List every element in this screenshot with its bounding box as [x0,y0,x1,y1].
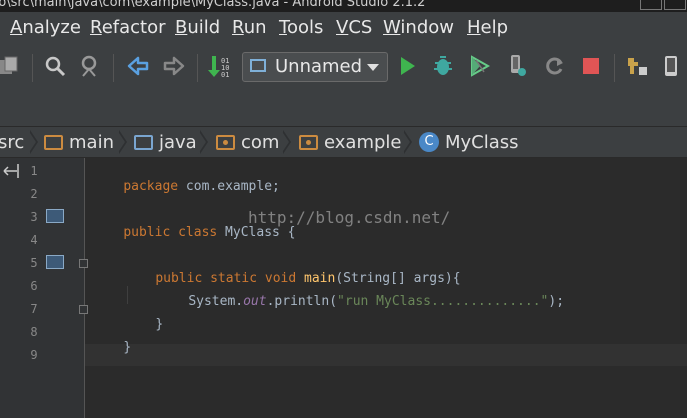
code-text: MyClass { [217,225,296,240]
class-icon: C [419,132,439,152]
breadcrumb-label: example [324,131,402,153]
code-text: ); [548,294,565,309]
avd-manager-icon[interactable] [660,53,686,79]
stop-icon[interactable] [578,53,604,79]
line-number: 2 [30,187,38,201]
breadcrumb-separator [402,130,412,154]
menu-vcs[interactable]: VCS [336,17,372,38]
replace-icon[interactable] [78,53,104,79]
line-number: 6 [30,279,38,293]
toolbar-separator [32,54,33,82]
sdk-manager-icon[interactable] [624,53,650,79]
make-project-icon[interactable]: 01 10 01 [206,53,232,79]
code-text: } [123,340,132,355]
attach-debugger-icon[interactable] [505,53,531,79]
code-text: com.example; [178,179,280,194]
keyword: package [123,179,179,194]
breadcrumb-item-myclass[interactable]: C MyClass [419,129,519,155]
maximize-icon[interactable] [664,0,686,10]
run-config-icon [250,59,266,72]
find-icon[interactable] [42,53,68,79]
toolbar-separator [197,54,198,82]
source-folder-icon [134,134,153,150]
fold-marker-icon[interactable] [79,259,88,268]
toolbar-separator [113,54,114,82]
toolbar: 01 10 01 Unnamed [0,46,687,127]
collapse-gutter-icon[interactable] [0,163,20,179]
code-text: System. [188,294,244,309]
breadcrumb-item-src[interactable]: src [0,129,24,155]
svg-text:01: 01 [221,71,229,78]
editor-gutter: 1 2 3 4 5 6 7 8 9 [0,158,88,418]
menu-tools[interactable]: Tools [279,17,323,38]
breadcrumb-separator [28,130,38,154]
package-icon [299,134,318,150]
code-line-8: } [92,325,131,370]
package-icon [216,134,235,150]
fold-marker-icon[interactable] [79,305,88,314]
run-configuration-select[interactable]: Unnamed [242,52,388,82]
breadcrumb-separator [117,130,127,154]
line-number: 3 [30,210,38,224]
line-number: 5 [30,256,38,270]
line-number: 8 [30,325,38,339]
static-field: out [243,294,267,309]
menu-help[interactable]: Help [467,17,508,38]
line-number: 9 [30,348,38,362]
breadcrumb-label: com [241,131,280,153]
coverage-icon[interactable] [467,53,493,79]
code-editor[interactable]: 1 2 3 4 5 6 7 8 9 package com.example; p… [0,158,687,418]
breadcrumb-separator [198,130,208,154]
folder-icon [44,134,63,150]
chevron-down-icon [367,64,379,71]
breadcrumb-item-example[interactable]: example [299,129,401,155]
code-line-1: package com.example; [92,164,280,209]
menu-analyze[interactable]: Analyze [10,17,81,38]
toolbar-separator [614,54,615,82]
code-text: } [155,317,164,332]
breadcrumb-label: java [159,131,197,153]
breadcrumb-label: MyClass [445,131,519,153]
line-number: 7 [30,302,38,316]
minimize-icon[interactable] [640,0,662,10]
menu-window[interactable]: Window [383,17,454,38]
code-text: .println( [266,294,338,309]
rerun-icon[interactable] [541,53,567,79]
breadcrumb-item-java[interactable]: java [134,129,197,155]
forward-icon[interactable] [161,53,187,79]
breadcrumb-label: main [69,131,114,153]
keyword: public class [123,225,218,240]
string-literal: "run MyClass.............." [337,294,549,309]
menu-bar: Analyze Refactor Build Run Tools VCS Win… [0,12,687,46]
menu-run[interactable]: Run [232,17,267,38]
breadcrumb-label: src [0,131,25,153]
run-main-gutter-icon[interactable] [46,255,64,269]
run-icon[interactable] [394,53,420,79]
menu-build[interactable]: Build [175,17,220,38]
window-title: b\src\main\java\com\example\MyClass.java… [0,0,426,10]
breadcrumb-item-com[interactable]: com [216,129,279,155]
watermark: http://blog.csdn.net/ [248,208,451,227]
run-configuration-label: Unnamed [275,56,363,77]
code-line-6: System.out.println("run MyClass.........… [157,279,564,324]
run-class-gutter-icon[interactable] [46,209,64,223]
copy-icon[interactable] [0,53,22,79]
current-line-highlight [85,344,687,366]
line-number: 1 [30,164,38,178]
debug-icon[interactable] [430,53,456,79]
breadcrumb: src main java com example C MyClass [0,127,687,158]
line-number: 4 [30,233,38,247]
title-bar: b\src\main\java\com\example\MyClass.java… [0,0,687,12]
breadcrumb-item-main[interactable]: main [44,129,114,155]
back-icon[interactable] [125,53,151,79]
breadcrumb-separator [281,130,291,154]
menu-refactor[interactable]: Refactor [90,17,166,38]
